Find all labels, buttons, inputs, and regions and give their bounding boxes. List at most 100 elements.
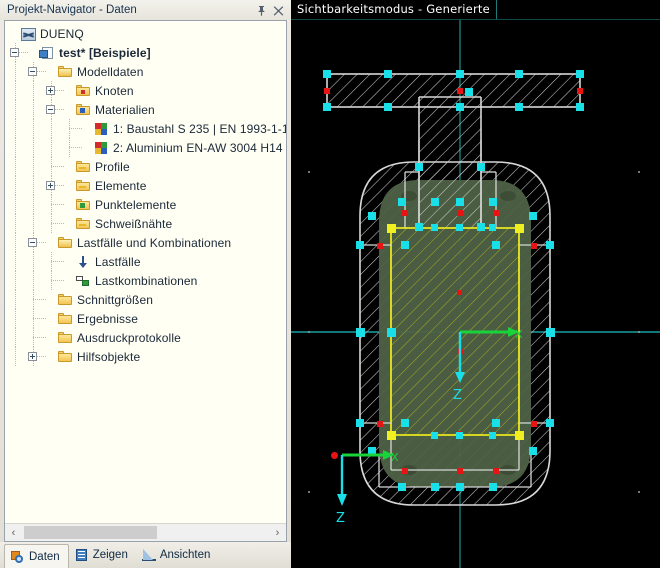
expand-icon[interactable] xyxy=(28,352,37,361)
tree-guides xyxy=(5,214,75,233)
project-tree[interactable]: DUENQ test* [Beispiele] Modelldaten Knoten M… xyxy=(5,21,286,523)
pin-icon[interactable] xyxy=(253,2,270,18)
tree-item-test-beispiele[interactable]: test* [Beispiele] xyxy=(5,43,286,62)
scrollbar-track[interactable] xyxy=(22,525,269,540)
folder-pt-icon xyxy=(75,197,91,213)
axis-label-z-local: Z xyxy=(336,511,345,526)
tab-ansichten[interactable]: Ansichten xyxy=(136,542,219,568)
collapse-icon[interactable] xyxy=(28,67,37,76)
web-stem xyxy=(418,96,482,227)
axis-label-z-center: Z xyxy=(453,388,462,403)
tree-item-elemente[interactable]: Elemente xyxy=(5,176,286,195)
tab-daten[interactable]: Daten xyxy=(4,544,69,568)
tree-item-label: 1: Baustahl S 235 | EN 1993-1-1:200 xyxy=(113,121,286,136)
tree-guides xyxy=(5,271,75,290)
tree-frame: DUENQ test* [Beispiele] Modelldaten Knoten M… xyxy=(4,20,287,542)
tree-item-duenq[interactable]: DUENQ xyxy=(5,24,286,43)
tree-item-lastf-lle-und-kombinationen[interactable]: Lastfälle und Kombinationen xyxy=(5,233,286,252)
tree-item-label: Modelldaten xyxy=(77,64,144,79)
scrollbar-thumb[interactable] xyxy=(24,526,157,539)
folder-icon xyxy=(57,330,73,346)
cad-viewport[interactable]: Sichtbarkeitsmodus - Generierte Z X Z X xyxy=(291,0,660,568)
tree-guides xyxy=(5,252,75,271)
tab-label: Daten xyxy=(29,550,60,563)
tab-label: Zeigen xyxy=(92,549,128,561)
tree-guides xyxy=(5,347,57,366)
collapse-icon[interactable] xyxy=(46,105,55,114)
cross-section-svg: Z X Z X xyxy=(291,20,660,568)
tree-item-label: Lastfälle und Kombinationen xyxy=(77,235,232,250)
folder-red-icon xyxy=(75,83,91,99)
tree-item-label: Elemente xyxy=(95,178,147,193)
collapse-icon[interactable] xyxy=(28,238,37,247)
tree-item-label: Lastkombinationen xyxy=(95,273,198,288)
axis-label-x-center: X xyxy=(515,328,523,341)
tree-guides xyxy=(5,24,21,43)
panel-tabbar: Daten Zeigen Ansichten xyxy=(0,542,291,568)
tree-item-lastf-lle[interactable]: Lastfälle xyxy=(5,252,286,271)
tree-item-ausdruckprotokolle[interactable]: Ausdruckprotokolle xyxy=(5,328,286,347)
folder-pen-icon xyxy=(75,178,91,194)
tree-item-label: Ergebnisse xyxy=(77,311,139,326)
tree-guides xyxy=(5,233,57,252)
horizontal-scrollbar[interactable]: ‹ › xyxy=(5,523,286,541)
collapse-icon[interactable] xyxy=(10,48,19,57)
doc-icon xyxy=(39,45,55,61)
expand-icon[interactable] xyxy=(46,86,55,95)
tree-item-2-aluminium-en-aw-3004-h14-e[interactable]: 2: Aluminium EN-AW 3004 H14 | E xyxy=(5,138,286,157)
combo-icon xyxy=(75,273,91,289)
tree-item-punktelemente[interactable]: Punktelemente xyxy=(5,195,286,214)
folder-weld-icon xyxy=(75,216,91,232)
tree-item-label: DUENQ xyxy=(40,26,84,41)
tree-guides xyxy=(5,157,75,176)
tree-item-schnittgr-en[interactable]: Schnittgrößen xyxy=(5,290,286,309)
scroll-right-arrow[interactable]: › xyxy=(269,525,286,540)
zeigen-icon xyxy=(73,547,91,563)
tree-item-1-baustahl-s-235-en-1993-1-1-200[interactable]: 1: Baustahl S 235 | EN 1993-1-1:200 xyxy=(5,119,286,138)
tree-guides xyxy=(5,328,57,347)
tree-item-ergebnisse[interactable]: Ergebnisse xyxy=(5,309,286,328)
tree-item-label: Schweißnähte xyxy=(95,216,173,231)
tree-item-lastkombinationen[interactable]: Lastkombinationen xyxy=(5,271,286,290)
folder-icon xyxy=(57,311,73,327)
tree-item-materialien[interactable]: Materialien xyxy=(5,100,286,119)
tab-label: Ansichten xyxy=(159,549,211,561)
tree-guides xyxy=(5,81,75,100)
tree-guides xyxy=(5,119,93,138)
tree-guides xyxy=(5,100,75,119)
folder-bar-icon xyxy=(75,159,91,175)
top-flange xyxy=(326,73,581,108)
tree-item-hilfsobjekte[interactable]: Hilfsobjekte xyxy=(5,347,286,366)
close-icon[interactable] xyxy=(270,2,287,18)
tree-item-label: Knoten xyxy=(95,83,134,98)
tree-item-knoten[interactable]: Knoten xyxy=(5,81,286,100)
tree-item-label: Ausdruckprotokolle xyxy=(77,330,181,345)
tab-zeigen[interactable]: Zeigen xyxy=(69,542,136,568)
project-navigator-panel: Projekt-Navigator - Daten DUENQ test* [Be… xyxy=(0,0,291,568)
tree-guides xyxy=(5,290,57,309)
cross-section-drawing[interactable]: Z X Z X xyxy=(291,0,660,568)
tree-item-label: Lastfälle xyxy=(95,254,141,269)
panel-titlebar: Projekt-Navigator - Daten xyxy=(0,0,291,20)
tree-item-label: Hilfsobjekte xyxy=(77,349,141,364)
tree-guides xyxy=(5,309,57,328)
folder-icon xyxy=(57,349,73,365)
tree-guides xyxy=(5,43,39,62)
tree-item-schwei-n-hte[interactable]: Schweißnähte xyxy=(5,214,286,233)
tree-item-label: Punktelemente xyxy=(95,197,177,212)
daten-icon xyxy=(9,549,27,565)
tree-guides xyxy=(5,138,93,157)
cubes-icon xyxy=(93,140,109,156)
folder-blue-icon xyxy=(75,102,91,118)
tree-item-label: Materialien xyxy=(95,102,155,117)
tree-guides xyxy=(5,195,75,214)
panel-title: Projekt-Navigator - Daten xyxy=(7,4,137,16)
tree-item-label: Profile xyxy=(95,159,130,174)
tree-guides xyxy=(5,176,75,195)
app-icon xyxy=(21,28,36,41)
scroll-left-arrow[interactable]: ‹ xyxy=(5,525,22,540)
tree-item-profile[interactable]: Profile xyxy=(5,157,286,176)
expand-icon[interactable] xyxy=(46,181,55,190)
tree-item-modelldaten[interactable]: Modelldaten xyxy=(5,62,286,81)
tree-item-label: test* [Beispiele] xyxy=(59,45,151,60)
